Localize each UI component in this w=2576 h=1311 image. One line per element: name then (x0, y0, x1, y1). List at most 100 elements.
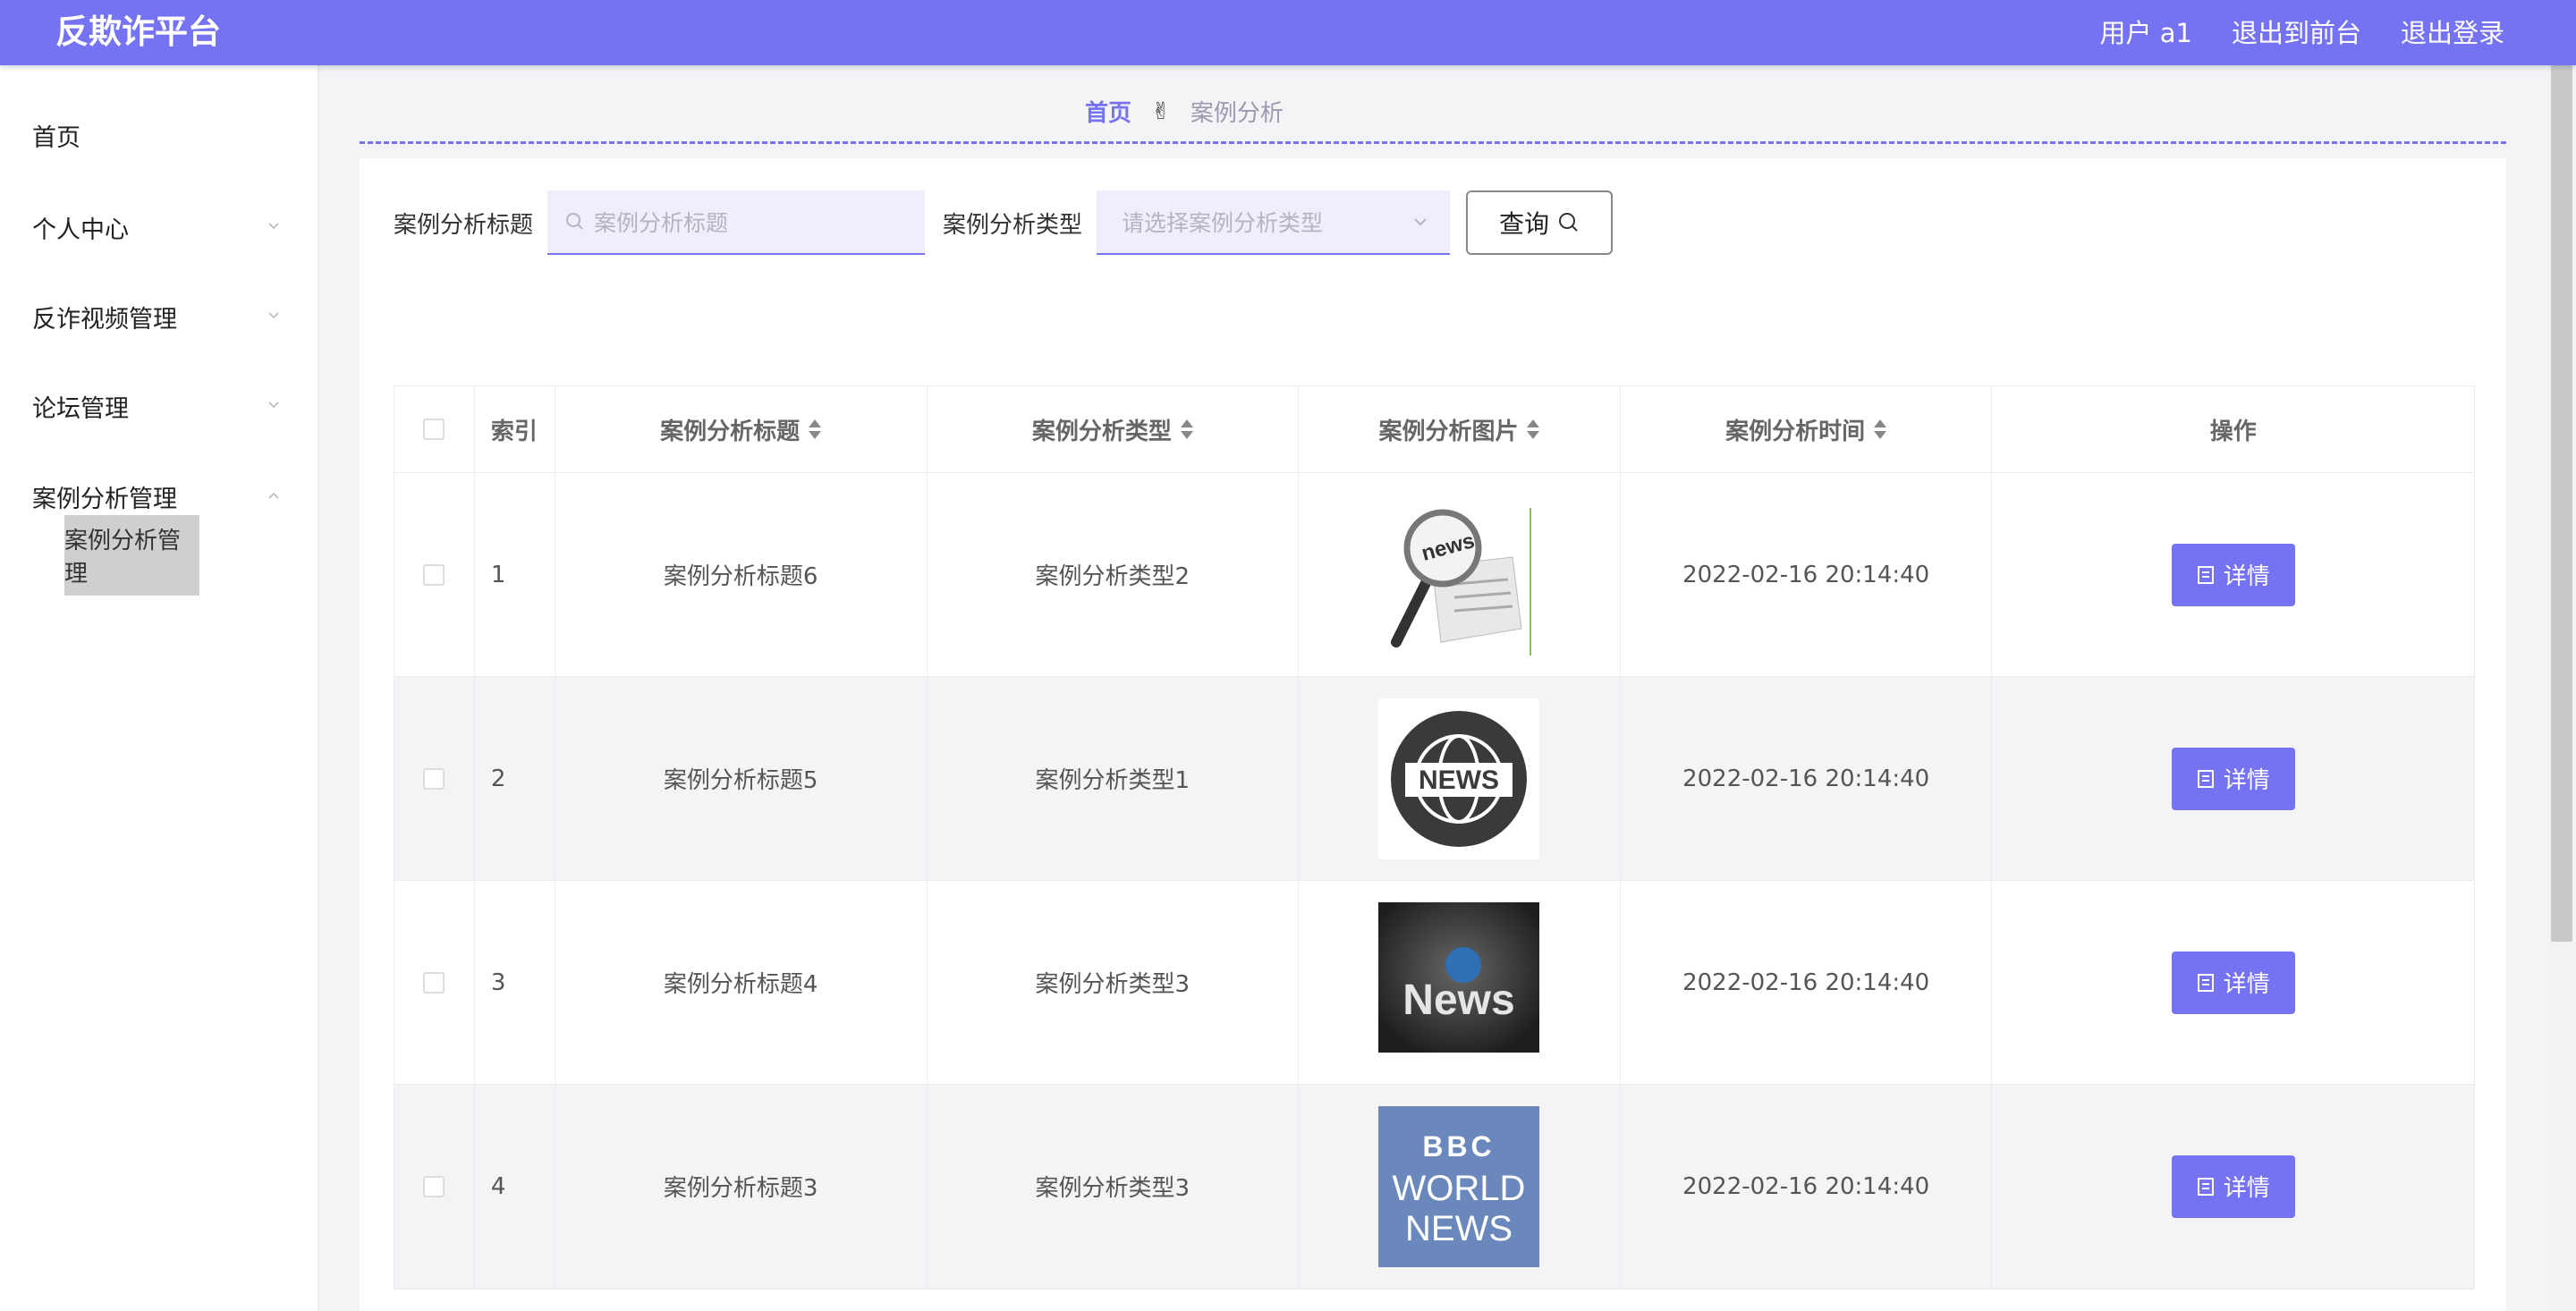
news-magnifier-image: news (1378, 494, 1540, 656)
table-header-row: 索引 案例分析标题 案例分析类型 案例分析图片 案例分析时间 操作 (394, 386, 2474, 473)
detail-button[interactable]: 详情 (2171, 1155, 2295, 1218)
sidebar-item-label: 反诈视频管理 (32, 305, 177, 334)
detail-button-label: 详情 (2223, 767, 2270, 794)
query-button-label: 查询 (1499, 209, 1550, 239)
sidebar-item-home[interactable]: 首页 (0, 95, 318, 175)
case-table: 索引 案例分析标题 案例分析类型 案例分析图片 案例分析时间 操作 1 案例分析… (394, 385, 2475, 1290)
breadcrumb-home[interactable]: 首页 (1085, 95, 1131, 128)
table-row: 1 案例分析标题6 案例分析类型2 news 2022-02-16 20:14:… (394, 473, 2474, 677)
detail-button[interactable]: 详情 (2171, 543, 2295, 606)
scrollbar-thumb[interactable] (2551, 65, 2572, 942)
row-image-cell: news (1299, 473, 1621, 676)
row-checkbox[interactable] (423, 1175, 445, 1197)
row-title: 案例分析标题6 (555, 473, 928, 676)
search-icon (566, 213, 583, 230)
main-content: 首页 ✌ 案例分析 案例分析标题 案例分析标题 案例分析类型 请选择案例分析类型… (319, 65, 2547, 1311)
detail-button-label: 详情 (2223, 563, 2270, 590)
row-checkbox-cell (394, 473, 475, 676)
header-label: 操作 (2209, 418, 2257, 445)
sidebar-item-forum-management[interactable]: 论坛管理 (0, 366, 318, 446)
header-time[interactable]: 案例分析时间 (1621, 386, 1993, 472)
chevron-down-icon (268, 402, 279, 409)
search-bar: 案例分析标题 案例分析标题 案例分析类型 请选择案例分析类型 查询 (394, 190, 1614, 255)
header-image[interactable]: 案例分析图片 (1299, 386, 1621, 472)
back-to-front-link[interactable]: 退出到前台 (2232, 15, 2361, 51)
row-checkbox[interactable] (423, 767, 445, 790)
document-icon (2197, 769, 2214, 788)
sidebar-item-label: 论坛管理 (32, 394, 129, 423)
row-title: 案例分析标题3 (555, 1085, 928, 1288)
top-nav: 用户 a1 退出到前台 退出登录 (2100, 15, 2504, 51)
detail-button-label: 详情 (2223, 971, 2270, 998)
sidebar-item-personal-center[interactable]: 个人中心 (0, 187, 318, 267)
header-checkbox-cell (394, 386, 475, 472)
row-action-cell: 详情 (1992, 473, 2474, 676)
header-type[interactable]: 案例分析类型 (928, 386, 1300, 472)
row-checkbox-cell (394, 677, 475, 880)
select-all-checkbox[interactable] (423, 419, 445, 440)
row-type: 案例分析类型2 (928, 473, 1300, 676)
thumb-text: BBC (1423, 1130, 1496, 1163)
thumb-text: WORLD (1393, 1169, 1526, 1208)
sidebar: 首页 个人中心 反诈视频管理 论坛管理 案例分析管理 案例分析管理 (0, 65, 319, 1311)
sidebar-item-label: 个人中心 (32, 216, 129, 244)
header-label: 索引 (490, 418, 538, 445)
row-type: 案例分析类型1 (928, 677, 1300, 880)
title-search-input[interactable]: 案例分析标题 (547, 190, 926, 255)
row-action-cell: 详情 (1992, 881, 2474, 1084)
sort-icon[interactable] (809, 419, 822, 440)
title-search-placeholder: 案例分析标题 (594, 210, 729, 236)
type-select[interactable]: 请选择案例分析类型 (1097, 190, 1451, 255)
header-label: 案例分析类型 (1031, 418, 1172, 445)
query-button[interactable]: 查询 (1466, 190, 1614, 255)
document-icon (2197, 1177, 2214, 1196)
type-select-placeholder: 请选择案例分析类型 (1122, 210, 1324, 236)
breadcrumb-current: 案例分析 (1190, 100, 1284, 127)
sort-icon[interactable] (1180, 419, 1193, 440)
news-globe-image: NEWS (1378, 698, 1540, 859)
row-title: 案例分析标题4 (555, 881, 928, 1084)
sort-icon[interactable] (1527, 419, 1540, 440)
sidebar-item-label: 首页 (32, 123, 80, 152)
table-row: 2 案例分析标题5 案例分析类型1 NEWS 2022-02-16 20:14:… (394, 677, 2474, 881)
page-scrollbar[interactable] (2547, 65, 2576, 1311)
thumb-text: NEWS (1419, 765, 1499, 795)
header-label: 案例分析标题 (660, 418, 801, 445)
row-time: 2022-02-16 20:14:40 (1621, 473, 1993, 676)
table-row: 4 案例分析标题3 案例分析类型3 BBC WORLD NEWS 2022-02… (394, 1085, 2474, 1289)
detail-button[interactable]: 详情 (2171, 747, 2295, 810)
row-type: 案例分析类型3 (928, 1085, 1300, 1288)
sidebar-item-video-management[interactable]: 反诈视频管理 (0, 276, 318, 357)
document-icon (2197, 973, 2214, 992)
row-index: 3 (475, 881, 555, 1084)
sidebar-subitem-case-analysis[interactable]: 案例分析管理 (64, 515, 199, 596)
detail-button[interactable]: 详情 (2171, 951, 2295, 1014)
top-bar: 反欺诈平台 用户 a1 退出到前台 退出登录 (0, 0, 2576, 65)
document-icon (2197, 565, 2214, 584)
sidebar-item-label: 案例分析管理 (32, 485, 177, 513)
row-title: 案例分析标题5 (555, 677, 928, 880)
chevron-up-icon (268, 492, 279, 499)
row-time: 2022-02-16 20:14:40 (1621, 881, 1993, 1084)
header-label: 案例分析时间 (1725, 418, 1866, 445)
row-checkbox-cell (394, 1085, 475, 1288)
header-title[interactable]: 案例分析标题 (555, 386, 928, 472)
brand-title: 反欺诈平台 (55, 13, 221, 51)
row-checkbox[interactable] (423, 971, 445, 994)
type-filter-label: 案例分析类型 (943, 211, 1083, 239)
breadcrumb-divider (360, 141, 2506, 144)
row-index: 2 (475, 677, 555, 880)
news-dark-image: News (1378, 901, 1540, 1063)
row-index: 4 (475, 1085, 555, 1288)
logout-link[interactable]: 退出登录 (2401, 15, 2504, 51)
header-action: 操作 (1992, 386, 2474, 472)
sort-icon[interactable] (1874, 419, 1887, 440)
chevron-down-icon (268, 312, 279, 319)
row-image-cell: BBC WORLD NEWS (1299, 1085, 1621, 1288)
content-panel: 案例分析标题 案例分析标题 案例分析类型 请选择案例分析类型 查询 索引 案例分… (360, 158, 2506, 1311)
row-checkbox[interactable] (423, 563, 445, 586)
header-label: 案例分析图片 (1378, 418, 1519, 445)
chevron-down-icon (1414, 218, 1427, 226)
user-link[interactable]: 用户 a1 (2100, 15, 2192, 51)
row-image-cell: NEWS (1299, 677, 1621, 880)
